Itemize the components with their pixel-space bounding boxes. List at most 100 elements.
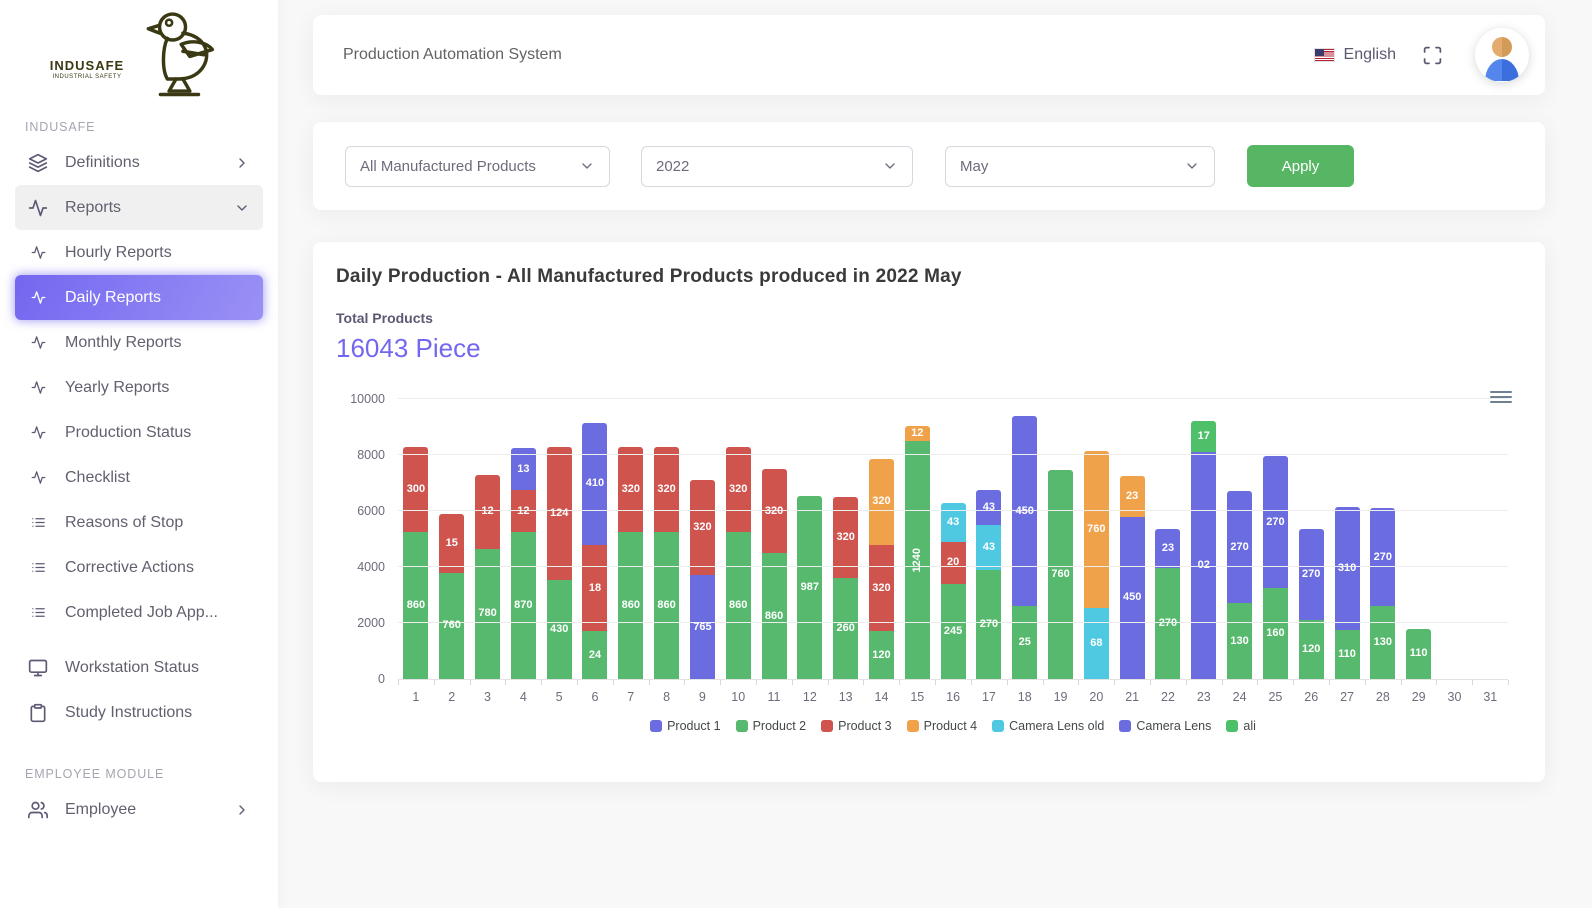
sidebar-item-study-instructions[interactable]: Study Instructions	[15, 690, 263, 735]
legend-label: Product 2	[753, 719, 807, 733]
bar-segment-day28-camera-lens[interactable]: 270	[1370, 508, 1395, 606]
apply-button[interactable]: Apply	[1247, 145, 1354, 187]
sidebar-item-monthly-reports[interactable]: Monthly Reports	[15, 320, 263, 365]
bar-value-label: 860	[407, 600, 425, 611]
bar-segment-day25-camera-lens[interactable]: 270	[1263, 456, 1288, 588]
bar-value-label: 270	[1374, 552, 1392, 563]
bar-segment-day7-product-2[interactable]: 860	[618, 532, 643, 679]
x-axis-label: 1	[398, 690, 434, 704]
sidebar-item-corrective-actions[interactable]: Corrective Actions	[15, 545, 263, 590]
bar-column-day-17: 2704343	[971, 400, 1007, 679]
bar-segment-day3-product-3[interactable]: 12	[475, 475, 500, 549]
bar-segment-day11-product-3[interactable]: 320	[762, 469, 787, 553]
legend-item-ali[interactable]: ali	[1226, 719, 1256, 733]
product-select[interactable]: All Manufactured Products	[345, 146, 610, 187]
year-select[interactable]: 2022	[641, 146, 913, 187]
bar-segment-day4-product-3[interactable]: 12	[511, 490, 536, 532]
bar-segment-day8-product-2[interactable]: 860	[654, 532, 679, 679]
bar-segment-day12-product-2[interactable]: 987	[797, 496, 822, 679]
bar-segment-day20-camera-lens-old[interactable]: 68	[1084, 608, 1109, 679]
list-icon	[31, 560, 46, 575]
legend-marker	[1119, 720, 1131, 732]
bar-segment-day10-product-2[interactable]: 860	[726, 532, 751, 679]
language-selector[interactable]: English	[1314, 46, 1396, 64]
bar-segment-day22-product-2[interactable]: 270	[1155, 568, 1180, 679]
bar-segment-day22-camera-lens[interactable]: 23	[1155, 529, 1180, 568]
legend-item-product-3[interactable]: Product 3	[821, 719, 892, 733]
bar-segment-day3-product-2[interactable]: 780	[475, 549, 500, 679]
bar-segment-day29-product-2[interactable]: 110	[1406, 629, 1431, 679]
month-select[interactable]: May	[945, 146, 1215, 187]
bar-segment-day24-camera-lens[interactable]: 270	[1227, 491, 1252, 603]
sidebar-item-employee[interactable]: Employee	[15, 787, 263, 832]
bar-segment-day8-product-3[interactable]: 320	[654, 447, 679, 532]
bar-segment-day6-camera-lens[interactable]: 410	[582, 423, 607, 545]
legend-item-camera-lens-old[interactable]: Camera Lens old	[992, 719, 1104, 733]
sidebar-item-label: Monthly Reports	[65, 334, 182, 352]
sidebar-item-completed-job-app[interactable]: Completed Job App...	[15, 590, 263, 635]
sidebar-item-definitions[interactable]: Definitions	[15, 140, 263, 185]
bar-segment-day27-camera-lens[interactable]: 310	[1335, 507, 1360, 630]
bar-segment-day14-product-3[interactable]: 320	[869, 545, 894, 632]
sidebar-item-production-status[interactable]: Production Status	[15, 410, 263, 455]
bar-segment-day14-product-2[interactable]: 120	[869, 631, 894, 679]
bar-segment-day20-product-4[interactable]: 760	[1084, 451, 1109, 608]
bar-segment-day24-product-2[interactable]: 130	[1227, 603, 1252, 679]
sidebar-item-hourly-reports[interactable]: Hourly Reports	[15, 230, 263, 275]
bar-segment-day16-product-2[interactable]: 245	[941, 584, 966, 679]
bar-column-day-19: 760	[1043, 400, 1079, 679]
sidebar-item-reports[interactable]: Reports	[15, 185, 263, 230]
sidebar-item-workstation-status[interactable]: Workstation Status	[15, 645, 263, 690]
bar-segment-day4-product-2[interactable]: 870	[511, 532, 536, 679]
bar-segment-day6-product-3[interactable]: 18	[582, 545, 607, 632]
bar-segment-day2-product-3[interactable]: 15	[439, 514, 464, 573]
bar-segment-day23-ali[interactable]: 17	[1191, 421, 1216, 452]
bar-segment-day5-product-2[interactable]: 430	[547, 580, 572, 679]
legend-item-camera-lens[interactable]: Camera Lens	[1119, 719, 1211, 733]
bar-segment-day11-product-2[interactable]: 860	[762, 553, 787, 679]
sidebar-item-yearly-reports[interactable]: Yearly Reports	[15, 365, 263, 410]
bar-segment-day13-product-2[interactable]: 260	[833, 578, 858, 679]
bar-segment-day9-product-1[interactable]: 765	[690, 575, 715, 679]
bar-segment-day9-product-3[interactable]: 320	[690, 480, 715, 575]
bar-segment-day5-product-3[interactable]: 124	[547, 447, 572, 580]
bar-segment-day15-product-2[interactable]: 1240	[905, 441, 930, 679]
bar-segment-day17-camera-lens-old[interactable]: 43	[976, 525, 1001, 570]
bar-segment-day21-product-1[interactable]: 450	[1120, 517, 1145, 679]
bar-segment-day26-camera-lens[interactable]: 270	[1299, 529, 1324, 620]
user-avatar[interactable]	[1475, 28, 1529, 82]
bar-segment-day16-camera-lens-old[interactable]: 43	[941, 503, 966, 542]
bar-segment-day27-product-2[interactable]: 110	[1335, 630, 1360, 679]
sidebar-item-daily-reports[interactable]: Daily Reports	[15, 275, 263, 320]
sidebar-item-checklist[interactable]: Checklist	[15, 455, 263, 500]
bar-segment-day15-product-4[interactable]: 12	[905, 426, 930, 441]
legend-item-product-4[interactable]: Product 4	[907, 719, 978, 733]
bar-segment-day10-product-3[interactable]: 320	[726, 447, 751, 532]
bar-segment-day28-product-2[interactable]: 130	[1370, 606, 1395, 679]
bar-segment-day18-camera-lens[interactable]: 450	[1012, 416, 1037, 606]
legend-label: Camera Lens	[1136, 719, 1211, 733]
fullscreen-icon[interactable]	[1422, 45, 1443, 66]
bar-segment-day16-product-3[interactable]: 20	[941, 542, 966, 584]
bar-segment-day26-product-2[interactable]: 120	[1299, 620, 1324, 679]
bar-segment-day7-product-3[interactable]: 320	[618, 447, 643, 532]
bar-segment-day6-product-2[interactable]: 24	[582, 631, 607, 679]
bar-segment-day1-product-3[interactable]: 300	[403, 447, 428, 532]
bar-column-day-8: 860320	[649, 400, 685, 679]
bar-column-day-29: 110	[1401, 400, 1437, 679]
activity-icon	[31, 245, 46, 260]
bar-segment-day19-product-2[interactable]: 760	[1048, 470, 1073, 679]
legend-item-product-2[interactable]: Product 2	[736, 719, 807, 733]
logo[interactable]: INDUSAFE INDUSTRIAL SAFETY	[0, 0, 278, 104]
bar-segment-day18-product-2[interactable]: 25	[1012, 606, 1037, 679]
bar-segment-day2-product-2[interactable]: 760	[439, 573, 464, 679]
bar-segment-day25-product-2[interactable]: 160	[1263, 588, 1288, 679]
bar-segment-day17-product-2[interactable]: 270	[976, 570, 1001, 679]
bar-segment-day1-product-2[interactable]: 860	[403, 532, 428, 679]
legend-item-product-1[interactable]: Product 1	[650, 719, 721, 733]
bar-segment-day17-camera-lens[interactable]: 43	[976, 490, 1001, 525]
bar-value-label: 43	[983, 502, 995, 513]
bar-segment-day14-product-4[interactable]: 320	[869, 459, 894, 544]
sidebar-item-reasons-of-stop[interactable]: Reasons of Stop	[15, 500, 263, 545]
bar-value-label: 860	[765, 611, 783, 622]
